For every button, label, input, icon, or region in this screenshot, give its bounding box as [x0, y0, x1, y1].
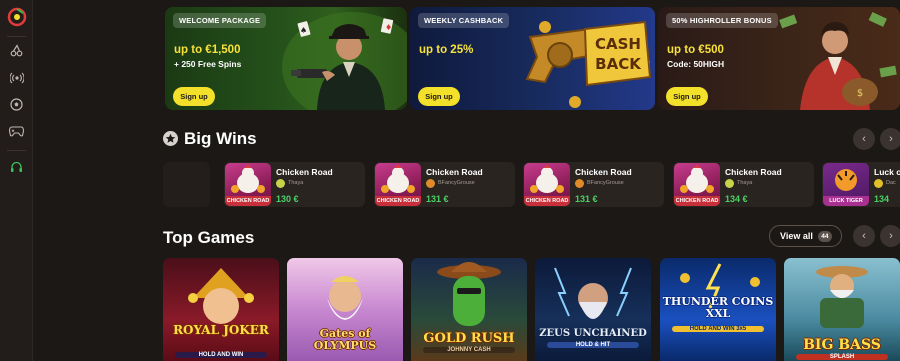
win-card[interactable]: CHICKEN ROAD Chicken Road Thaya 130 €	[224, 162, 365, 207]
game-title: ROYAL JOKER	[173, 323, 269, 337]
win-game-name: Luck o	[874, 167, 900, 177]
win-amount: 134	[874, 194, 890, 204]
banner-tag: 50% HIGHROLLER BONUS	[666, 13, 778, 28]
thumb-label: CHICKEN ROAD	[524, 196, 570, 206]
chevron-left-icon: ‹	[862, 230, 866, 242]
game-tile[interactable]: ZEUS UNCHAINED HOLD & HIT	[535, 258, 651, 361]
sign-up-button[interactable]: Sign up	[173, 87, 215, 106]
win-amount: 131 €	[575, 194, 598, 204]
cherries-icon[interactable]	[9, 43, 24, 58]
game-subtitle: HOLD & HIT	[546, 342, 640, 348]
big-wins-prev-button[interactable]: ‹	[853, 128, 875, 150]
user-avatar-icon	[575, 179, 584, 188]
game-thumbnail: CHICKEN ROAD	[674, 163, 720, 206]
view-all-label: View all	[780, 231, 813, 241]
game-tile[interactable]: BIG BASS SPLASH	[784, 258, 900, 361]
highroller-man-illustration: $	[760, 7, 900, 110]
sidebar	[0, 0, 33, 361]
thumb-label: CHICKEN ROAD	[375, 196, 421, 206]
svg-text:$: $	[857, 88, 863, 99]
chevron-right-icon: ›	[889, 230, 893, 242]
game-tile[interactable]: GOLD RUSH JOHNNY CASH	[411, 258, 527, 361]
banner-headline: up to 25%	[419, 44, 474, 56]
support-headset-icon[interactable]	[9, 160, 24, 175]
game-thumbnail: CHICKEN ROAD	[375, 163, 421, 206]
casino-logo-icon[interactable]	[6, 6, 28, 28]
user-avatar-icon	[874, 179, 883, 188]
svg-text:♠: ♠	[300, 26, 307, 35]
game-count-badge: 44	[817, 230, 832, 242]
thumb-label: LUCK TIGER	[823, 196, 869, 206]
win-amount: 134 €	[725, 194, 748, 204]
live-broadcast-icon[interactable]	[9, 70, 24, 85]
chevron-right-icon: ›	[889, 133, 893, 145]
game-tile[interactable]: THUNDER COINS XXL HOLD AND WIN 3x5	[660, 258, 776, 361]
welcome-package-banner[interactable]: ♦ ♠ WELCOME PACKAGE up to €1,500 + 250 F…	[165, 7, 407, 110]
big-wins-next-button[interactable]: ›	[880, 128, 900, 150]
sidebar-divider	[7, 150, 26, 151]
game-subtitle: JOHNNY CASH	[422, 347, 516, 353]
soccer-ball-icon[interactable]	[9, 97, 24, 112]
game-thumbnail: LUCK TIGER	[823, 163, 869, 206]
win-card[interactable]: LUCK TIGER Luck o Dac 134	[822, 162, 900, 207]
win-amount: 131 €	[426, 194, 449, 204]
win-username: BFancyGrouse	[438, 180, 475, 186]
sidebar-divider	[7, 36, 26, 37]
game-subtitle: HOLD AND WIN	[174, 352, 268, 358]
win-card-faded	[163, 162, 210, 207]
win-card[interactable]: CHICKEN ROAD Chicken Road BFancyGrouse 1…	[374, 162, 515, 207]
joker-artwork	[188, 268, 254, 324]
sign-up-button[interactable]: Sign up	[418, 87, 460, 106]
win-game-name: Chicken Road	[276, 167, 333, 177]
back-art-text: BACK	[595, 55, 642, 73]
user-avatar-icon	[426, 179, 435, 188]
win-username: Thaya	[737, 180, 753, 186]
banner-subline: + 250 Free Spins	[174, 59, 242, 69]
game-subtitle: HOLD AND WIN 3x5	[671, 326, 765, 332]
sign-up-button[interactable]: Sign up	[666, 87, 708, 106]
view-all-button[interactable]: View all 44	[769, 225, 842, 247]
win-card[interactable]: CHICKEN ROAD Chicken Road Thaya 134 €	[673, 162, 814, 207]
thumb-label: CHICKEN ROAD	[225, 196, 271, 206]
chevron-left-icon: ‹	[862, 133, 866, 145]
win-username: Dac	[886, 180, 896, 186]
game-thumbnail: CHICKEN ROAD	[524, 163, 570, 206]
weekly-cashback-banner[interactable]: CASH BACK WEEKLY CASHBACK up to 25% Sign…	[410, 7, 655, 110]
gangster-illustration: ♦ ♠	[267, 7, 407, 110]
cashback-revolver-illustration: CASH BACK	[515, 7, 655, 110]
gamepad-icon[interactable]	[9, 124, 24, 139]
star-icon	[163, 131, 178, 146]
game-title: THUNDER COINS XXL	[662, 295, 774, 320]
thumb-label: CHICKEN ROAD	[674, 196, 720, 206]
banner-tag: WELCOME PACKAGE	[173, 13, 267, 28]
game-tile[interactable]: ROYAL JOKER HOLD AND WIN	[163, 258, 279, 361]
highroller-bonus-banner[interactable]: $ 50% HIGHROLLER BONUS up to €500 Code: …	[658, 7, 900, 110]
win-username: Thaya	[288, 180, 304, 186]
cash-art-text: CASH	[595, 35, 641, 53]
top-games-title: Top Games	[163, 228, 255, 247]
big-wins-title: Big Wins	[184, 129, 257, 148]
win-game-name: Chicken Road	[725, 167, 782, 177]
game-title: Gates of OLYMPUS	[313, 327, 377, 352]
banner-tag: WEEKLY CASHBACK	[418, 13, 510, 28]
top-games-prev-button[interactable]: ‹	[853, 225, 875, 247]
win-username: BFancyGrouse	[587, 180, 624, 186]
game-title: ZEUS UNCHAINED	[539, 328, 647, 339]
banner-subline: Code: 50HIGH	[667, 59, 725, 69]
game-title: GOLD RUSH	[423, 331, 515, 346]
game-tile[interactable]: Gates of OLYMPUS	[287, 258, 403, 361]
win-amount: 130 €	[276, 194, 299, 204]
win-game-name: Chicken Road	[426, 167, 483, 177]
top-games-next-button[interactable]: ›	[880, 225, 900, 247]
win-card[interactable]: CHICKEN ROAD Chicken Road BFancyGrouse 1…	[523, 162, 664, 207]
svg-text:♦: ♦	[385, 23, 392, 32]
user-avatar-icon	[276, 179, 285, 188]
game-title: BIG BASS	[803, 337, 881, 353]
banner-headline: up to €500	[667, 44, 724, 56]
game-subtitle: SPLASH	[795, 354, 889, 360]
user-avatar-icon	[725, 179, 734, 188]
win-game-name: Chicken Road	[575, 167, 632, 177]
game-thumbnail: CHICKEN ROAD	[225, 163, 271, 206]
banner-headline: up to €1,500	[174, 44, 241, 56]
